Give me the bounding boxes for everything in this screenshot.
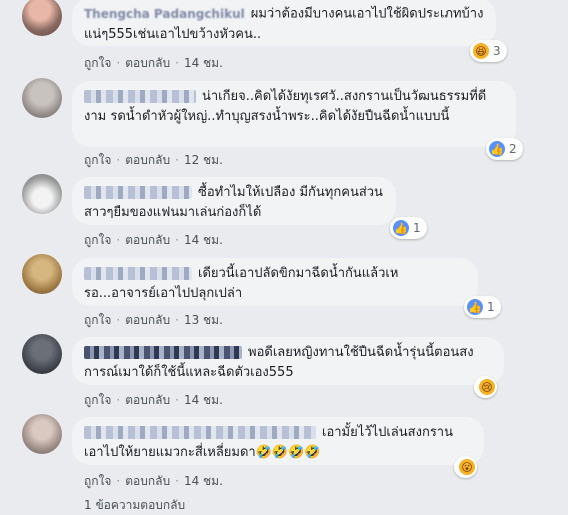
avatar[interactable] — [22, 334, 62, 374]
comment-bubble: ซื้อทำไมให้เปลือง มีกันทุกคนส่วนสาวๆยืมข… — [72, 177, 396, 225]
comment-bubble: เดียวนี้เอาปลัดขิกมาฉีดน้ำกันแล้วเหรอ...… — [72, 258, 478, 306]
reaction-count: 1 — [413, 221, 421, 235]
reply-link[interactable]: ตอบกลับ — [125, 151, 170, 170]
reaction-summary[interactable]: 👍 1 — [390, 217, 427, 239]
comment-meta: ถูกใจ · ตอบกลับ · 14 ชม. — [84, 391, 223, 410]
timestamp[interactable]: 13 ชม. — [184, 311, 223, 330]
comment-meta: ถูกใจ · ตอบกลับ · 14 ชม. — [84, 231, 223, 250]
like-link[interactable]: ถูกใจ — [84, 231, 111, 250]
like-icon: 👍 — [466, 298, 484, 316]
reaction-summary[interactable]: 😮 — [454, 456, 477, 478]
like-link[interactable]: ถูกใจ — [84, 151, 111, 170]
reply-link[interactable]: ตอบกลับ — [125, 472, 170, 491]
haha-icon: 😆 — [472, 42, 490, 60]
reply-link[interactable]: ตอบกลับ — [125, 391, 170, 410]
reaction-summary[interactable]: 👍 2 — [486, 138, 523, 160]
reply-link[interactable]: ตอบกลับ — [125, 311, 170, 330]
commenter-name[interactable] — [84, 90, 196, 103]
reaction-count: 1 — [487, 300, 495, 314]
commenter-name[interactable] — [84, 426, 316, 439]
comment-bubble: น่าเกียจ..คิดได้งัยทุเรศวั..สงกรานเป็นวั… — [72, 81, 516, 147]
sad-icon: 😢 — [478, 378, 496, 396]
reaction-count: 3 — [493, 44, 501, 58]
like-link[interactable]: ถูกใจ — [84, 311, 111, 330]
view-replies-link[interactable]: 1 ข้อความตอบกลับ — [84, 496, 185, 515]
reaction-summary[interactable]: 👍 1 — [464, 296, 501, 318]
timestamp[interactable]: 12 ชม. — [184, 151, 223, 170]
reaction-count: 2 — [509, 142, 517, 156]
comment-meta: ถูกใจ · ตอบกลับ · 13 ชม. — [84, 311, 223, 330]
timestamp[interactable]: 14 ชม. — [184, 231, 223, 250]
timestamp[interactable]: 14 ชม. — [184, 54, 223, 73]
reaction-summary[interactable]: 😢 — [474, 376, 497, 398]
timestamp[interactable]: 14 ชม. — [184, 472, 223, 491]
commenter-name[interactable]: Thengcha Padangchikul — [84, 4, 245, 24]
commenter-name[interactable] — [84, 346, 242, 359]
comment-bubble: Thengcha Padangchikul ผมว่าต้องมีบางคนเอา… — [72, 0, 496, 46]
comment-meta: ถูกใจ · ตอบกลับ · 12 ชม. — [84, 151, 223, 170]
comment-bubble: พอดีเลยหญิงทานใช้ปืนฉีดน้ำรุ่นนี้ตอนสงกา… — [72, 337, 504, 385]
reaction-summary[interactable]: 😆 3 — [470, 40, 507, 62]
avatar[interactable] — [22, 78, 62, 118]
like-icon: 👍 — [392, 219, 410, 237]
like-icon: 👍 — [488, 140, 506, 158]
like-link[interactable]: ถูกใจ — [84, 472, 111, 491]
comment-meta: ถูกใจ · ตอบกลับ · 14 ชม. — [84, 472, 223, 491]
avatar[interactable] — [22, 254, 62, 294]
avatar[interactable] — [22, 0, 62, 36]
comment-meta: ถูกใจ · ตอบกลับ · 14 ชม. — [84, 54, 223, 73]
commenter-name[interactable] — [84, 267, 192, 280]
reply-link[interactable]: ตอบกลับ — [125, 54, 170, 73]
like-link[interactable]: ถูกใจ — [84, 54, 111, 73]
wow-icon: 😮 — [458, 458, 476, 476]
timestamp[interactable]: 14 ชม. — [184, 391, 223, 410]
like-link[interactable]: ถูกใจ — [84, 391, 111, 410]
comment-bubble: เอามั้ยไว้ไปเล่นสงกรานเอาไปให้ยายแมวกะสี… — [72, 417, 484, 465]
reply-link[interactable]: ตอบกลับ — [125, 231, 170, 250]
avatar[interactable] — [22, 174, 62, 214]
commenter-name[interactable] — [84, 186, 192, 199]
avatar[interactable] — [22, 414, 62, 454]
